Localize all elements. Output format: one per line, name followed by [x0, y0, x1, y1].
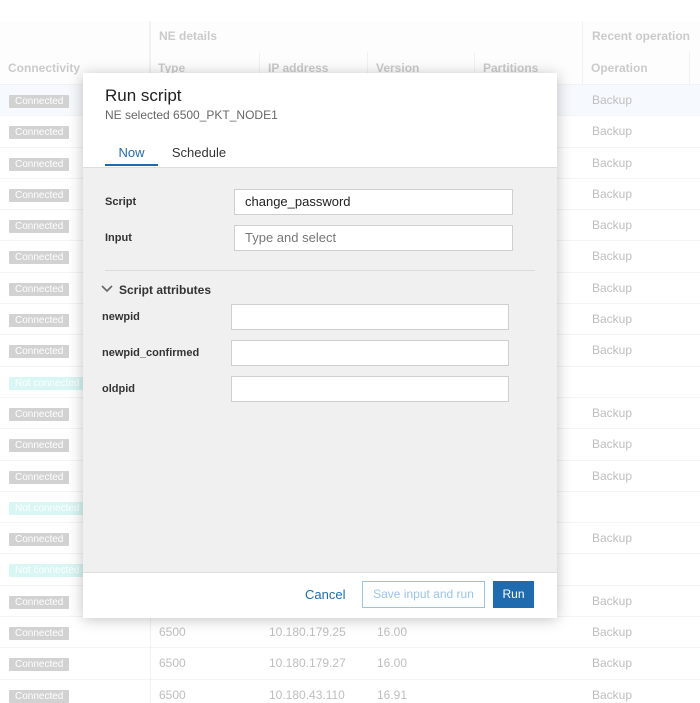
status-badge: Not connected	[9, 501, 86, 515]
script-label: Script	[105, 196, 137, 208]
operation-cell: Backup	[592, 687, 633, 702]
tab-now[interactable]: Now	[105, 135, 158, 166]
operation-cell: Backup	[592, 155, 633, 170]
operation-cell: Backup	[592, 186, 633, 201]
column-header-operation[interactable]: Operation	[583, 52, 690, 84]
dialog-tabs: Now Schedule	[83, 135, 557, 168]
operation-cell: Backup	[592, 593, 633, 608]
operation-cell: Backup	[592, 343, 633, 358]
status-badge: Connected	[9, 251, 70, 265]
group-header-row: NE details Recent operation	[0, 21, 700, 53]
run-script-dialog: Run script NE selected 6500_PKT_NODE1 No…	[83, 73, 557, 618]
chevron-down-icon	[101, 285, 113, 293]
operation-cell: Backup	[592, 531, 633, 546]
status-badge: Connected	[9, 95, 70, 108]
status-badge: Not connected	[9, 376, 86, 390]
connectivity-cell: Connected	[0, 617, 150, 648]
operation-cell: Backup	[592, 249, 633, 264]
dialog-title: Run script	[105, 86, 182, 105]
type-cell: 6500	[159, 656, 186, 671]
version-cell: 16.00	[377, 656, 408, 671]
operation-cell	[583, 367, 690, 398]
save-input-and-run-button[interactable]: Save input and run	[362, 581, 485, 608]
status-badge: Connected	[9, 627, 70, 641]
attr-field-oldpid[interactable]	[231, 376, 509, 402]
group-header-ne-details: NE details	[150, 21, 583, 52]
section-divider	[105, 270, 535, 271]
status-badge: Connected	[9, 220, 70, 234]
status-badge: Connected	[9, 689, 70, 703]
operation-cell: Backup	[592, 93, 633, 107]
input-label: Input	[105, 232, 132, 244]
version-cell: 16.00	[377, 625, 408, 640]
status-badge: Connected	[9, 407, 70, 421]
ip-address-cell: 10.180.43.110	[269, 687, 345, 702]
status-badge: Connected	[9, 126, 70, 140]
status-badge: Connected	[9, 658, 70, 672]
operation-cell: Backup	[592, 312, 633, 327]
dialog-footer: Cancel Save input and run Run	[83, 572, 557, 618]
version-cell: 16.91	[377, 687, 408, 702]
operation-cell	[583, 554, 690, 585]
group-header-blank	[0, 21, 150, 52]
script-attributes-toggle[interactable]: Script attributes	[101, 283, 211, 297]
tab-schedule[interactable]: Schedule	[169, 135, 229, 166]
status-badge: Connected	[9, 470, 70, 484]
status-badge: Connected	[9, 439, 70, 453]
status-badge: Not connected	[9, 564, 86, 578]
ip-address-cell: 10.180.179.27	[269, 656, 346, 671]
script-attributes-title: Script attributes	[119, 283, 212, 297]
connectivity-cell: Connected	[0, 648, 150, 679]
table-row[interactable]: Connected 6500 10.180.43.110 16.91 Backup	[0, 680, 700, 703]
cancel-button[interactable]: Cancel	[305, 587, 345, 602]
attr-field-newpid-confirmed[interactable]	[231, 340, 509, 366]
operation-cell: Backup	[592, 468, 633, 483]
type-cell: 6500	[159, 625, 186, 640]
type-cell: 6500	[159, 687, 186, 702]
table-row[interactable]: Connected 6500 10.180.179.25 16.00 Backup	[0, 617, 700, 649]
dialog-header: Run script NE selected 6500_PKT_NODE1	[83, 73, 557, 136]
connectivity-cell: Connected	[0, 680, 150, 703]
status-badge: Connected	[9, 314, 70, 328]
operation-cell	[583, 492, 690, 523]
operation-cell: Backup	[592, 437, 633, 452]
group-header-recent-operation: Recent operation	[592, 29, 691, 43]
status-badge: Connected	[9, 595, 70, 609]
operation-cell: Backup	[592, 124, 633, 139]
operation-cell: Backup	[592, 280, 633, 295]
status-badge: Connected	[9, 345, 70, 359]
operation-cell: Backup	[592, 218, 633, 233]
attr-field-newpid[interactable]	[231, 304, 509, 330]
input-field[interactable]: Type and select	[234, 225, 513, 251]
operation-cell: Backup	[592, 656, 633, 671]
status-badge: Connected	[9, 533, 70, 547]
script-field[interactable]: change_password	[234, 189, 513, 215]
ip-address-cell: 10.180.179.25	[269, 625, 346, 640]
run-button[interactable]: Run	[493, 581, 534, 608]
attr-label-newpid: newpid	[102, 311, 140, 323]
table-row[interactable]: Connected 6500 10.180.179.27 16.00 Backup	[0, 648, 700, 680]
status-badge: Connected	[9, 282, 70, 296]
dialog-subtitle: NE selected 6500_PKT_NODE1	[105, 108, 278, 122]
status-badge: Connected	[9, 157, 70, 171]
attr-label-newpid-confirmed: newpid_confirmed	[102, 347, 200, 359]
status-badge: Connected	[9, 188, 70, 202]
attr-label-oldpid: oldpid	[102, 383, 135, 395]
operation-cell: Backup	[592, 625, 633, 640]
operation-cell: Backup	[592, 405, 633, 420]
